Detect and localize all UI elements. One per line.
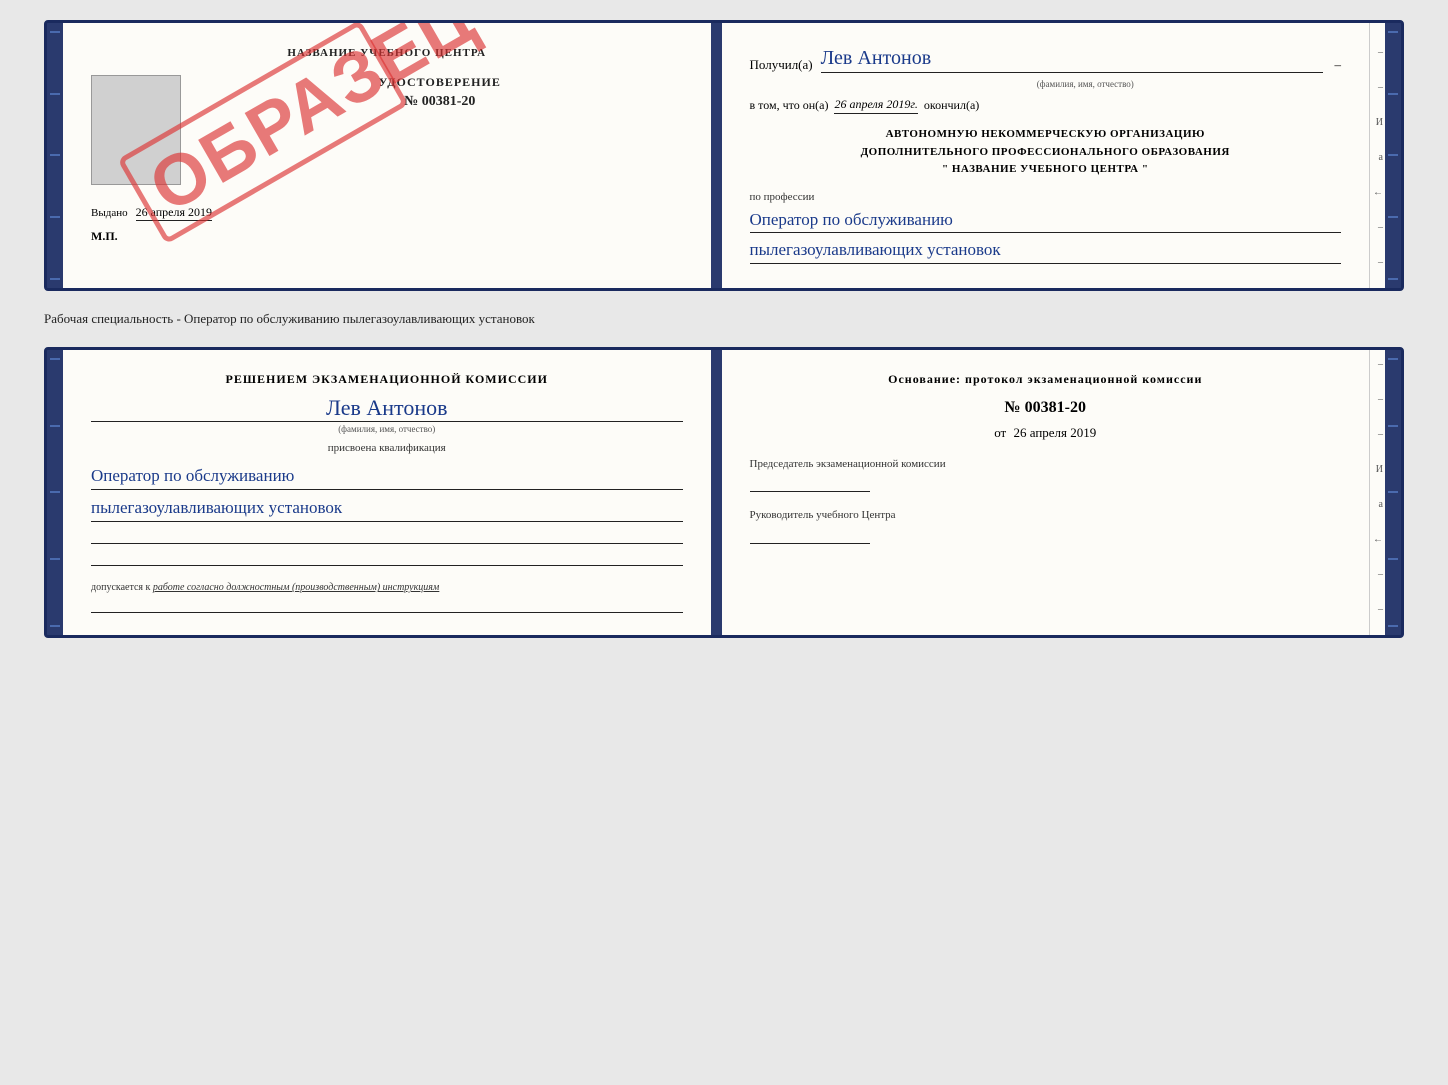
org-line3: " НАЗВАНИЕ УЧЕБНОГО ЦЕНТРА " <box>942 163 1148 175</box>
vtom-date: 26 апреля 2019г. <box>834 97 917 114</box>
predsedatel-label: Председатель экзаменационной комиссии <box>750 457 1342 472</box>
profession-line2: пылегазоулавливающих установок <box>750 237 1342 264</box>
bottom-left-spine <box>47 350 63 635</box>
bottom-center-spine <box>714 350 722 635</box>
poluchil-name: Лев Антонов <box>821 47 1323 73</box>
blank-line-1 <box>91 530 683 544</box>
org-text: АВТОНОМНУЮ НЕКОММЕРЧЕСКУЮ ОРГАНИЗАЦИЮ ДО… <box>750 126 1342 179</box>
diploma-date-row: Выдано 26 апреля 2019 <box>91 205 683 221</box>
vtom-row: в том, что он(а) 26 апреля 2019г. окончи… <box>750 97 1342 114</box>
center-spine <box>714 23 722 288</box>
diploma-right-page: Получил(а) Лев Антонов – (фамилия, имя, … <box>722 23 1370 288</box>
fio-label-top: (фамилия, имя, отчество) <box>830 79 1342 89</box>
stamp-photo-placeholder <box>91 75 181 185</box>
mp-label: М.П. <box>91 229 683 244</box>
bottom-book: Решением экзаменационной комиссии Лев Ан… <box>44 347 1404 638</box>
qualification-line1: Оператор по обслуживанию <box>91 462 683 490</box>
dash-items: – – И а ← – – <box>1370 47 1385 268</box>
poluchil-row: Получил(а) Лев Антонов – <box>750 47 1342 73</box>
vydano-label: Выдано <box>91 207 128 219</box>
dopuskaetsya-value: работе согласно должностным (производств… <box>153 582 439 593</box>
cert-label: УДОСТОВЕРЕНИЕ <box>197 75 683 90</box>
blank-line-2 <box>91 552 683 566</box>
cert-number: № 00381-20 <box>197 94 683 110</box>
ot-prefix: от <box>994 425 1006 440</box>
org-line2: ДОПОЛНИТЕЛЬНОГО ПРОФЕССИОНАЛЬНОГО ОБРАЗО… <box>861 146 1230 158</box>
diploma-left-page: НАЗВАНИЕ УЧЕБНОГО ЦЕНТРА УДОСТОВЕРЕНИЕ №… <box>63 23 714 288</box>
dopuskaetsya-prefix: допускается к <box>91 582 150 593</box>
osnovanie-text: Основание: протокол экзаменационной коми… <box>750 372 1342 387</box>
bottom-person-name: Лев Антонов <box>91 395 683 422</box>
rukovoditel-signature <box>750 530 870 544</box>
diploma-stamp-area: УДОСТОВЕРЕНИЕ № 00381-20 <box>91 75 683 185</box>
right-edge: – – И а ← – – <box>1369 23 1385 288</box>
cert-info: УДОСТОВЕРЕНИЕ № 00381-20 <box>197 75 683 110</box>
okonchil-label: окончил(а) <box>924 98 979 113</box>
bottom-fio-label: (фамилия, имя, отчество) <box>91 424 683 434</box>
poluchil-label: Получил(а) <box>750 57 813 73</box>
diploma-book: НАЗВАНИЕ УЧЕБНОГО ЦЕНТРА УДОСТОВЕРЕНИЕ №… <box>44 20 1404 291</box>
bottom-right-edge: – – – И а ← – – <box>1369 350 1385 635</box>
vtom-prefix: в том, что он(а) <box>750 98 829 113</box>
diploma-school-name: НАЗВАНИЕ УЧЕБНОГО ЦЕНТРА <box>91 47 683 59</box>
blank-line-3 <box>91 599 683 613</box>
resheniem-text: Решением экзаменационной комиссии <box>91 372 683 387</box>
dopuskaetsya-row: допускается к работе согласно должностны… <box>91 582 683 593</box>
right-spine <box>1385 23 1401 288</box>
bottom-dash-items: – – – И а ← – – <box>1370 359 1385 615</box>
bottom-left-page: Решением экзаменационной комиссии Лев Ан… <box>63 350 714 635</box>
ot-date-row: от 26 апреля 2019 <box>750 425 1342 441</box>
left-spine <box>47 23 63 288</box>
bottom-right-page: Основание: протокол экзаменационной коми… <box>722 350 1370 635</box>
protocol-number: № 00381-20 <box>750 399 1342 417</box>
rukovoditel-label: Руководитель учебного Центра <box>750 508 1342 523</box>
middle-specialty-text: Рабочая специальность - Оператор по обсл… <box>44 311 1404 327</box>
qualification-line2: пылегазоулавливающих установок <box>91 494 683 522</box>
bottom-right-spine <box>1385 350 1401 635</box>
profession-line1: Оператор по обслуживанию <box>750 207 1342 234</box>
profession-label: по профессии <box>750 191 1342 203</box>
org-line1: АВТОНОМНУЮ НЕКОММЕРЧЕСКУЮ ОРГАНИЗАЦИЮ <box>886 128 1205 140</box>
prisvoena-text: присвоена квалификация <box>91 442 683 454</box>
dash-after-name: – <box>1335 57 1342 73</box>
predsedatel-signature <box>750 478 870 492</box>
ot-date: 26 апреля 2019 <box>1013 425 1096 440</box>
vydano-date: 26 апреля 2019 <box>136 205 212 221</box>
